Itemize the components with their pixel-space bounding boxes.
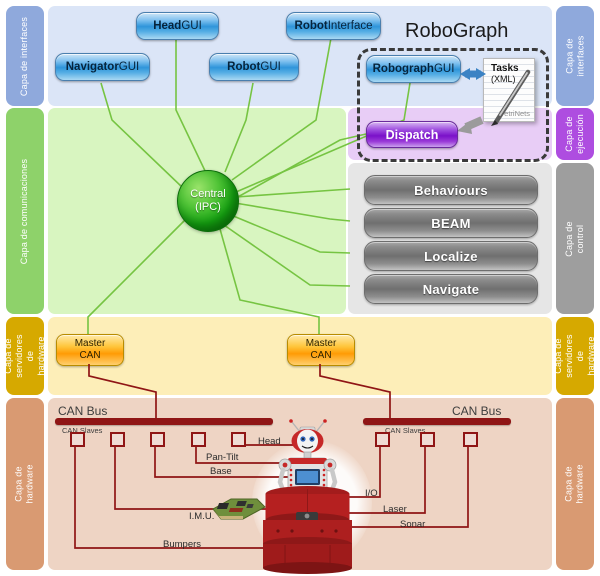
device-label-io: I/O: [365, 488, 378, 499]
module-beam-label: BEAM: [431, 215, 471, 231]
can-slave-node[interactable]: [463, 432, 478, 447]
module-navigate[interactable]: Navigate: [364, 274, 538, 304]
robot-interface-button[interactable]: Robot Interface: [286, 12, 381, 40]
device-label-bumpers: Bumpers: [163, 539, 202, 550]
rail-left-hardware-label: Capa de hardware: [14, 464, 36, 504]
master-can-right-line1: Master: [305, 338, 337, 349]
rail-left-hardware-servers-label: Capa de servidores de hardware: [3, 334, 47, 378]
rail-right-interfaces-label: Capa de interfaces: [564, 35, 586, 77]
module-behaviours-label: Behaviours: [414, 182, 488, 198]
rail-right-hardware-servers-label: Capa de servidores de hardware: [553, 334, 597, 378]
rail-right-execution: Capa de ejecución: [556, 108, 594, 160]
dispatch-button[interactable]: Dispatch: [366, 121, 458, 148]
robot-gui-button[interactable]: Robot GUI: [209, 53, 299, 81]
device-label-imu: I.M.U.: [189, 511, 215, 522]
module-navigate-label: Navigate: [422, 281, 480, 297]
master-can-left-line2: CAN: [79, 350, 101, 361]
rail-right-hardware-servers: Capa de servidores de hardware: [553, 317, 597, 395]
robograph-title: RoboGraph: [405, 20, 509, 42]
dispatch-label: Dispatch: [385, 127, 439, 142]
navigator-gui-suffix-label: GUI: [118, 61, 140, 73]
tasks-petrinets-label: PetriNets: [499, 109, 530, 118]
can-slave-node[interactable]: [191, 432, 206, 447]
rail-right-control-label: Capa de control: [564, 220, 585, 257]
module-beam[interactable]: BEAM: [364, 208, 538, 238]
central-ipc-node[interactable]: Central (IPC): [177, 170, 239, 232]
tasks-xml-document: Tasks (XML) PetriNets: [483, 58, 535, 122]
can-slave-node[interactable]: [150, 432, 165, 447]
rail-right-execution-label: Capa de ejecución: [564, 114, 586, 154]
module-localize-label: Localize: [424, 248, 478, 264]
device-label-head: Head: [258, 436, 281, 447]
device-label-sonar: Sonar: [400, 519, 426, 530]
master-can-left[interactable]: Master CAN: [56, 334, 124, 366]
module-behaviours[interactable]: Behaviours: [364, 175, 538, 205]
head-gui-bold-label: Head: [153, 20, 182, 32]
rail-right-hardware: Capa de hardware: [556, 398, 594, 570]
device-label-pan-tilt: Pan-Tilt: [206, 452, 239, 463]
master-can-right-line2: CAN: [310, 350, 332, 361]
robot-gui-bold-label: Robot: [227, 61, 261, 73]
can-slave-node[interactable]: [70, 432, 85, 447]
robograph-gui-suffix-label: GUI: [433, 63, 455, 75]
robograph-gui-button[interactable]: Robograph GUI: [366, 55, 461, 83]
can-slave-node[interactable]: [231, 432, 246, 447]
robot-interface-suffix-label: Interface: [327, 20, 373, 32]
can-slave-node[interactable]: [375, 432, 390, 447]
central-ipc-line1: Central: [190, 188, 226, 200]
master-can-left-line1: Master: [74, 338, 106, 349]
rail-left-communications: Capa de comunicaciones: [6, 108, 44, 314]
robot-glow: [252, 440, 372, 565]
can-bus-right-label: CAN Bus: [452, 404, 502, 418]
can-bus-right-bar: [363, 418, 511, 425]
tasks-subtitle-label: (XML): [491, 74, 516, 84]
can-slave-node[interactable]: [420, 432, 435, 447]
rail-left-hardware: Capa de hardware: [6, 398, 44, 570]
device-label-base: Base: [210, 466, 232, 477]
can-bus-left-label: CAN Bus: [58, 404, 108, 418]
rail-right-control: Capa de control: [556, 163, 594, 314]
tasks-title-label: Tasks: [491, 63, 519, 74]
rail-left-interfaces-label: Capa de interfaces: [19, 16, 30, 96]
rail-left-interfaces: Capa de interfaces: [6, 6, 44, 106]
rail-left-hardware-servers: Capa de servidores de hardware: [3, 317, 47, 395]
module-localize[interactable]: Localize: [364, 241, 538, 271]
navigator-gui-bold-label: Navigator: [65, 61, 119, 73]
navigator-gui-button[interactable]: Navigator GUI: [55, 53, 150, 81]
master-can-right[interactable]: Master CAN: [287, 334, 355, 366]
rail-right-hardware-label: Capa de hardware: [564, 464, 586, 504]
central-ipc-line2: (IPC): [195, 201, 221, 213]
robot-gui-suffix-label: GUI: [260, 61, 281, 73]
can-slave-node[interactable]: [110, 432, 125, 447]
can-bus-left-bar: [55, 418, 273, 425]
rail-right-interfaces: Capa de interfaces: [556, 6, 594, 106]
architecture-diagram: Capa de interfaces Capa de comunicacione…: [0, 0, 600, 576]
device-label-laser: Laser: [383, 504, 407, 515]
robot-interface-bold-label: Robot: [294, 20, 328, 32]
head-gui-button[interactable]: Head GUI: [136, 12, 219, 40]
robograph-gui-bold-label: Robograph: [372, 63, 434, 75]
rail-left-communications-label: Capa de comunicaciones: [19, 158, 30, 264]
head-gui-suffix-label: GUI: [181, 20, 202, 32]
